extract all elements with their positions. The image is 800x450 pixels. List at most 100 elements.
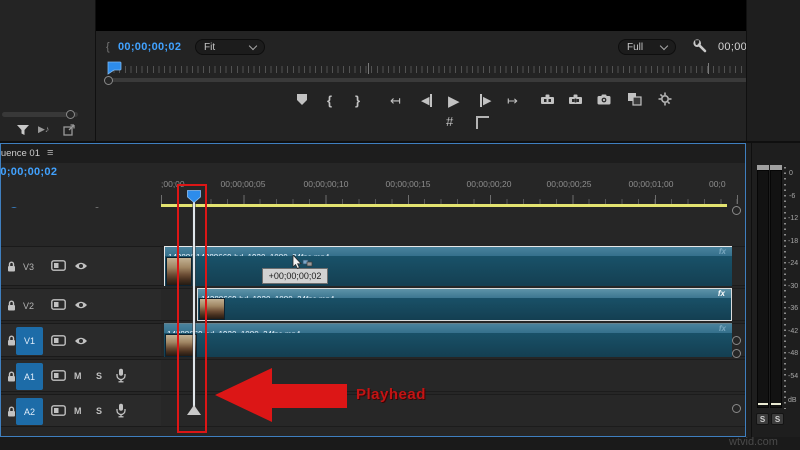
source-patch-icon[interactable] bbox=[51, 370, 66, 381]
timeline-vscroll-knob[interactable] bbox=[732, 206, 741, 215]
meter-scale-label: -54 bbox=[788, 373, 799, 380]
monitor-scrollbar-left-knob[interactable] bbox=[104, 76, 113, 85]
lock-icon[interactable] bbox=[6, 261, 17, 273]
solo-left-button[interactable]: S bbox=[756, 413, 769, 425]
meter-scale-label: -6 bbox=[789, 193, 796, 200]
monitor-ruler-major-tick bbox=[708, 63, 709, 74]
timeline-timecode-area: 00;00;00;02 CC bbox=[1, 163, 161, 208]
step-back-icon[interactable]: ◀ bbox=[421, 94, 433, 107]
chevron-down-icon bbox=[659, 41, 669, 50]
go-to-out-icon[interactable]: ↦ bbox=[507, 93, 518, 109]
mark-out-icon[interactable]: } bbox=[355, 93, 360, 108]
track-label-v2[interactable]: V2 bbox=[23, 301, 34, 311]
track-label-v3[interactable]: V3 bbox=[23, 262, 34, 272]
source-patch-icon[interactable] bbox=[51, 299, 66, 310]
ruler-tick-label: 00;00;00;15 bbox=[385, 179, 431, 189]
voiceover-record-mic-icon[interactable] bbox=[115, 403, 127, 418]
timeline-vscroll-knob[interactable] bbox=[732, 349, 741, 358]
panel-menu-icon[interactable]: ≡ bbox=[47, 147, 53, 159]
monitor-zoom-scrollbar[interactable] bbox=[110, 78, 790, 82]
render-status-bar bbox=[161, 204, 727, 207]
track-label-a2[interactable]: A2 bbox=[16, 398, 43, 425]
solo-right-button[interactable]: S bbox=[771, 413, 784, 425]
tab-sequence-01[interactable]: Sequence 01 bbox=[1, 144, 45, 163]
lift-icon[interactable] bbox=[540, 94, 555, 105]
track-label-v1-text: V1 bbox=[23, 336, 35, 346]
track-label-a2-text: A2 bbox=[23, 406, 35, 417]
source-patch-icon[interactable] bbox=[51, 335, 66, 346]
add-marker-icon[interactable] bbox=[296, 93, 308, 106]
track-header-a2: A2 M S bbox=[1, 394, 161, 427]
timeline-playhead-timecode[interactable]: 00;00;00;02 bbox=[1, 166, 57, 178]
meter-scale-label: -36 bbox=[788, 305, 799, 312]
export-frame-icon[interactable] bbox=[597, 94, 611, 105]
top-right-panel bbox=[746, 0, 800, 141]
ruler-tick-label: 00;0 bbox=[709, 179, 726, 189]
left-panel-scroll-knob[interactable] bbox=[66, 110, 75, 119]
toggle-track-output-eye-icon[interactable] bbox=[74, 336, 88, 346]
meter-scale-label: -12 bbox=[788, 215, 799, 222]
monitor-playhead-marker[interactable] bbox=[107, 61, 122, 75]
lock-icon[interactable] bbox=[6, 300, 17, 312]
annotation-playhead-rect bbox=[177, 184, 207, 433]
annotation-arrow bbox=[210, 364, 350, 426]
monitor-playhead-timecode[interactable]: 00;00;00;02 bbox=[118, 41, 181, 53]
meter-level-left bbox=[758, 403, 768, 405]
source-patch-icon[interactable] bbox=[51, 260, 66, 271]
clip-v1[interactable]: 14388669-hd_1920_1080_24fps.mp4 fx bbox=[164, 323, 732, 357]
meter-scale-label: -30 bbox=[788, 283, 799, 290]
snap-magnet-icon[interactable] bbox=[7, 207, 21, 208]
button-editor-icon[interactable] bbox=[658, 92, 672, 106]
fx-badge: fx bbox=[718, 324, 726, 333]
extract-icon[interactable] bbox=[568, 94, 583, 105]
go-to-in-icon[interactable]: ↤ bbox=[390, 93, 401, 109]
meter-level-right bbox=[771, 403, 781, 405]
timeline-vscroll-knob[interactable] bbox=[732, 336, 741, 345]
program-monitor-video bbox=[96, 0, 746, 31]
toggle-track-output-eye-icon[interactable] bbox=[74, 261, 88, 271]
track-header-v3: V3 bbox=[1, 246, 161, 286]
track-label-a1[interactable]: A1 bbox=[16, 363, 43, 390]
meter-scale-label: 0 bbox=[789, 170, 793, 177]
play-button-icon[interactable]: ▶ bbox=[448, 92, 460, 110]
step-forward-icon[interactable]: ▶ bbox=[480, 94, 491, 107]
timeline-vscroll-knob[interactable] bbox=[732, 404, 741, 413]
meter-tick-column bbox=[784, 167, 786, 409]
solo-button[interactable]: S bbox=[96, 371, 102, 381]
ruler-guides-icon[interactable] bbox=[476, 116, 489, 129]
meter-bar-left bbox=[757, 170, 769, 408]
monitor-time-ruler[interactable] bbox=[108, 66, 794, 73]
solo-button[interactable]: S bbox=[96, 406, 102, 416]
voiceover-record-mic-icon[interactable] bbox=[115, 368, 127, 383]
ruler-major-ticks bbox=[161, 195, 745, 204]
mute-button[interactable]: M bbox=[74, 371, 82, 381]
track-header-v1: V1 bbox=[1, 323, 161, 357]
zoom-level-select[interactable]: Fit bbox=[195, 39, 265, 55]
monitor-ruler-major-tick bbox=[368, 63, 369, 74]
meter-scale-label: -18 bbox=[788, 238, 799, 245]
tab-sequence-01-label: Sequence 01 bbox=[1, 148, 40, 159]
timeline-ruler[interactable]: ;00;00 00;00;00;05 00;00;00;10 00;00;00;… bbox=[161, 163, 745, 208]
comparison-view-icon[interactable] bbox=[627, 92, 642, 106]
linked-selection-icon[interactable] bbox=[37, 207, 53, 208]
source-patch-icon[interactable] bbox=[51, 405, 66, 416]
preview-audio-icon[interactable]: ▶♪ bbox=[38, 124, 49, 135]
playback-quality-select[interactable]: Full bbox=[618, 39, 676, 55]
ruler-tick-label: 00;00;00;05 bbox=[220, 179, 266, 189]
chevron-down-icon bbox=[248, 41, 258, 50]
clip-v2[interactable]: 14388669-hd_1920_1080_24fps.mp4 fx bbox=[197, 288, 732, 321]
timeline-tab-bar: Sequence 01 ≡ bbox=[1, 144, 745, 163]
left-panel: ▶♪ bbox=[0, 0, 96, 141]
mark-in-icon[interactable]: { bbox=[327, 93, 332, 108]
filter-icon[interactable] bbox=[16, 124, 30, 136]
safe-margins-icon[interactable]: # bbox=[446, 114, 453, 129]
export-icon[interactable] bbox=[63, 124, 76, 136]
track-label-v1[interactable]: V1 bbox=[16, 327, 43, 355]
mute-button[interactable]: M bbox=[74, 406, 82, 416]
ruler-tick-label: 00;00;01;00 bbox=[628, 179, 674, 189]
timeline-settings-wrench-icon[interactable] bbox=[93, 207, 107, 208]
toggle-track-output-eye-icon[interactable] bbox=[74, 300, 88, 310]
settings-wrench-icon[interactable] bbox=[693, 39, 708, 54]
fx-badge: fx bbox=[718, 247, 726, 256]
track-label-a1-text: A1 bbox=[23, 371, 35, 382]
